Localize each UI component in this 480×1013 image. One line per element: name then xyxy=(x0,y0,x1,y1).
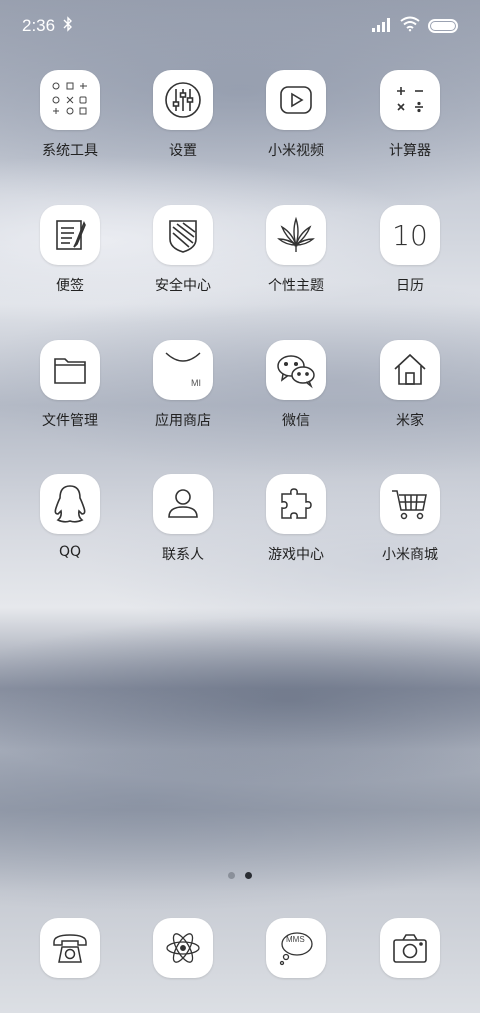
play-icon xyxy=(266,70,326,130)
app-label: 应用商店 xyxy=(155,413,211,429)
signal-icon xyxy=(372,17,392,36)
app-label: 设置 xyxy=(169,143,197,159)
page-indicator xyxy=(0,872,480,879)
cart-icon xyxy=(380,474,440,534)
status-left: 2:36 xyxy=(22,16,73,36)
app-label: 小米商城 xyxy=(382,547,438,563)
dock-browser[interactable] xyxy=(128,918,238,978)
dock-camera[interactable] xyxy=(355,918,465,978)
app-label: 米家 xyxy=(396,413,424,429)
battery-level xyxy=(431,22,455,30)
calculator-icon xyxy=(380,70,440,130)
app-security-center[interactable]: 安全中心 xyxy=(128,205,238,295)
app-label: 计算器 xyxy=(389,143,431,159)
status-right xyxy=(372,16,458,36)
app-label: 系统工具 xyxy=(42,143,98,159)
dock: MMS xyxy=(0,918,480,980)
app-mi-home[interactable]: 米家 xyxy=(355,340,465,430)
app-file-manager[interactable]: 文件管理 xyxy=(15,340,125,430)
wechat-icon xyxy=(266,340,326,400)
calendar-day: 10 xyxy=(392,218,428,252)
page-dot-1[interactable] xyxy=(228,872,235,879)
app-contacts[interactable]: 联系人 xyxy=(128,474,238,564)
app-label: 日历 xyxy=(396,278,424,294)
page-dot-2[interactable] xyxy=(245,872,252,879)
app-wechat[interactable]: 微信 xyxy=(241,340,351,430)
shield-icon xyxy=(153,205,213,265)
camera-icon xyxy=(380,918,440,978)
folder-icon xyxy=(40,70,100,130)
bluetooth-icon xyxy=(63,16,73,36)
app-settings[interactable]: 设置 xyxy=(128,70,238,160)
clock: 2:36 xyxy=(22,16,56,35)
app-label: 安全中心 xyxy=(155,278,211,294)
folder-file-icon xyxy=(40,340,100,400)
calendar-icon: 10 xyxy=(380,205,440,265)
app-themes[interactable]: 个性主题 xyxy=(241,205,351,295)
penguin-icon xyxy=(40,474,100,534)
battery-icon xyxy=(428,19,458,33)
app-label: 小米视频 xyxy=(268,143,324,159)
sliders-icon xyxy=(153,70,213,130)
app-calculator[interactable]: 计算器 xyxy=(355,70,465,160)
app-store[interactable]: MI 应用商店 xyxy=(128,340,238,430)
app-qq[interactable]: QQ xyxy=(15,474,125,560)
app-label: 文件管理 xyxy=(42,413,98,429)
notepad-icon xyxy=(40,205,100,265)
mms-bubble-icon: MMS xyxy=(266,918,326,978)
store-badge: MI xyxy=(191,378,201,388)
app-label: 个性主题 xyxy=(268,278,324,294)
app-label: 微信 xyxy=(282,413,310,429)
app-calendar[interactable]: 10 日历 xyxy=(355,205,465,295)
mms-label: MMS xyxy=(286,935,305,944)
status-bar: 2:36 xyxy=(0,0,480,52)
app-mi-mall[interactable]: 小米商城 xyxy=(355,474,465,564)
dock-messages[interactable]: MMS xyxy=(241,918,351,978)
atom-icon xyxy=(153,918,213,978)
app-label: QQ xyxy=(58,544,82,560)
app-mi-video[interactable]: 小米视频 xyxy=(241,70,351,160)
app-system-tools[interactable]: 系统工具 xyxy=(15,70,125,160)
dock-phone[interactable] xyxy=(15,918,125,978)
phone-icon xyxy=(40,918,100,978)
app-label: 游戏中心 xyxy=(268,547,324,563)
leaf-icon xyxy=(266,205,326,265)
app-game-center[interactable]: 游戏中心 xyxy=(241,474,351,564)
store-bag-icon: MI xyxy=(153,340,213,400)
app-notes[interactable]: 便签 xyxy=(15,205,125,295)
contact-icon xyxy=(153,474,213,534)
puzzle-icon xyxy=(266,474,326,534)
home-icon xyxy=(380,340,440,400)
wifi-icon xyxy=(400,16,420,36)
app-label: 便签 xyxy=(56,278,84,294)
app-label: 联系人 xyxy=(162,547,204,563)
